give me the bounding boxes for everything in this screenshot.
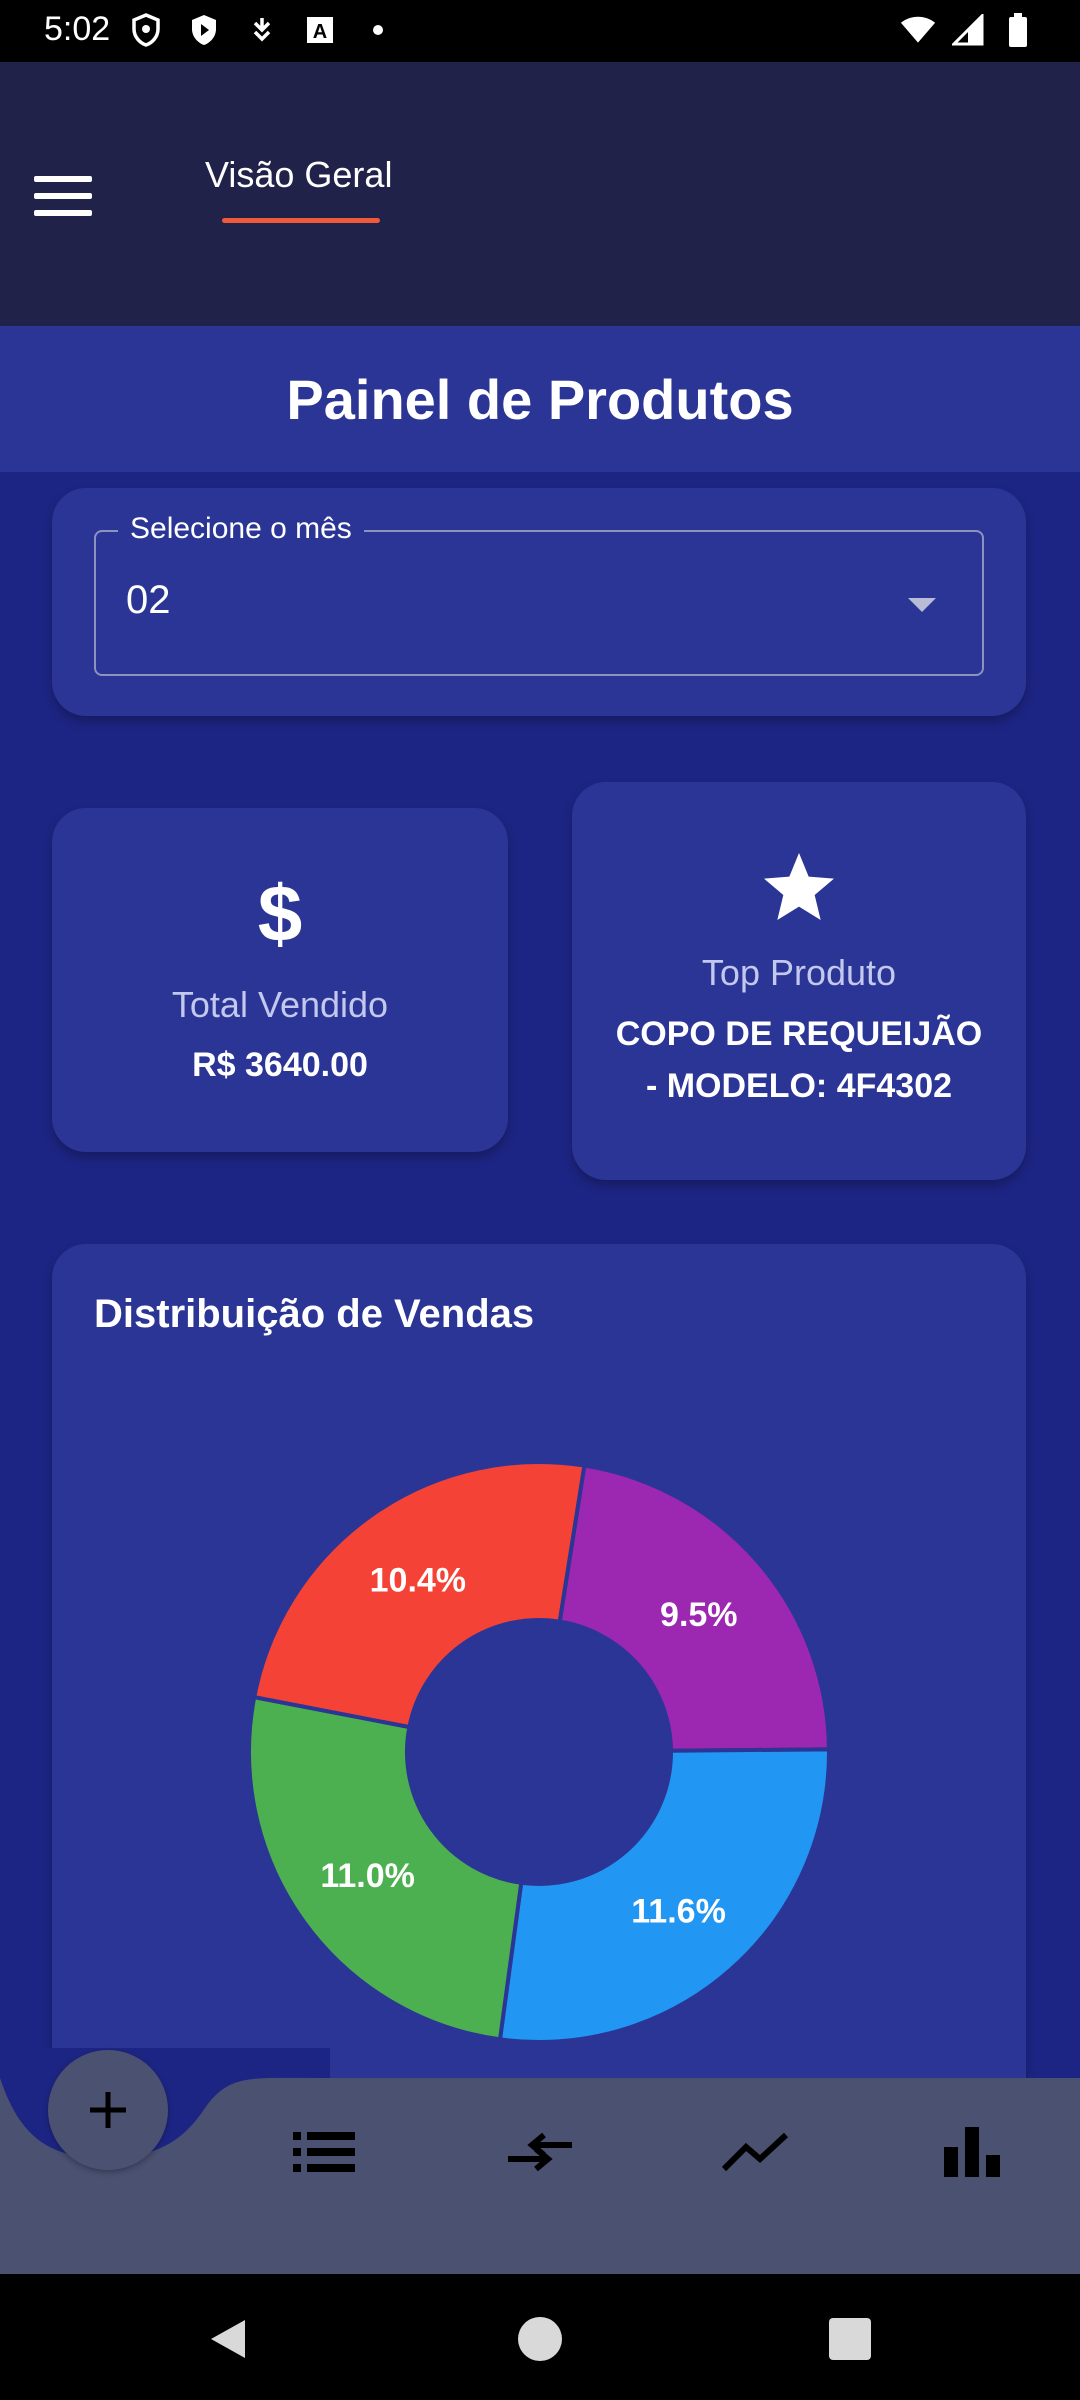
bottom-navigation: [0, 2048, 1080, 2274]
star-icon: [764, 853, 834, 920]
tab-indicator: [222, 218, 380, 223]
download-icon: [244, 12, 280, 48]
font-icon: A: [302, 12, 338, 48]
app-bar: Visão Geral: [0, 62, 1080, 326]
month-dropdown-label: Selecione o mês: [118, 512, 364, 546]
top-product-name-line2: - MODELO: 4F4302: [645, 1067, 953, 1105]
play-protect-icon: [186, 12, 222, 48]
tab-overview[interactable]: Visão Geral: [205, 154, 392, 196]
recents-icon[interactable]: [825, 2314, 875, 2364]
list-icon: [293, 2132, 355, 2172]
svg-text:A: A: [313, 21, 327, 43]
donut-chart: 9.5% 11.6% 11.0% 10.4%: [247, 1460, 832, 2044]
title-band: Painel de Produtos: [0, 326, 1080, 472]
sales-distribution-card: Distribuição de Vendas 9.5% 11.6% 11.0% 10.…: [52, 1244, 1026, 2078]
shield-icon: [128, 12, 164, 48]
top-product-card: Top Produto COPO DE REQUEIJÃO - MODELO: …: [572, 782, 1026, 1180]
nav-trending-button[interactable]: [716, 2112, 796, 2192]
home-icon[interactable]: [515, 2314, 565, 2364]
bar-chart-icon: [944, 2127, 1000, 2177]
wifi-icon: [900, 12, 936, 48]
nav-notch: [0, 2048, 330, 2158]
month-selector-card: Selecione o mês 02: [52, 488, 1026, 716]
pie-slice-label: 11.6%: [631, 1892, 726, 1930]
add-button[interactable]: [48, 2050, 168, 2170]
trending-icon: [722, 2132, 789, 2172]
dollar-icon: $: [257, 869, 303, 958]
menu-icon[interactable]: [30, 166, 96, 226]
page-title: Painel de Produtos: [286, 367, 794, 431]
dropdown-arrow-icon: [908, 598, 936, 612]
pie-slice-label: 10.4%: [370, 1561, 466, 1599]
compare-arrows-icon: [508, 2132, 572, 2172]
pie-slice-label: 9.5%: [660, 1596, 738, 1634]
system-navigation: [0, 2274, 1080, 2400]
status-bar: 5:02 A: [0, 0, 1080, 62]
month-dropdown[interactable]: Selecione o mês 02: [94, 512, 984, 676]
total-sold-label: Total Vendido: [171, 984, 389, 1025]
add-icon: [90, 2092, 126, 2128]
status-icons-left: A: [128, 12, 396, 48]
total-sold-value: R$ 3640.00: [192, 1046, 368, 1084]
top-product-name-line1: COPO DE REQUEIJÃO: [615, 1015, 983, 1053]
pie-slice-label: 11.0%: [320, 1857, 415, 1895]
status-time: 5:02: [44, 10, 111, 48]
top-product-label: Top Produto: [701, 952, 897, 993]
dot-icon: [360, 12, 396, 48]
battery-icon: [1000, 12, 1036, 48]
nav-bar-chart-button[interactable]: [932, 2112, 1012, 2192]
status-icons-right: [900, 12, 1036, 48]
month-dropdown-value: 02: [126, 578, 171, 622]
signal-icon: [950, 12, 986, 48]
nav-list-button[interactable]: [284, 2112, 364, 2192]
total-sold-card: $ Total Vendido R$ 3640.00: [52, 808, 508, 1152]
back-icon[interactable]: [203, 2314, 253, 2364]
main-content: Selecione o mês 02 $ Total Vendido R$ 36…: [0, 472, 1080, 2078]
nav-compare-button[interactable]: [500, 2112, 580, 2192]
